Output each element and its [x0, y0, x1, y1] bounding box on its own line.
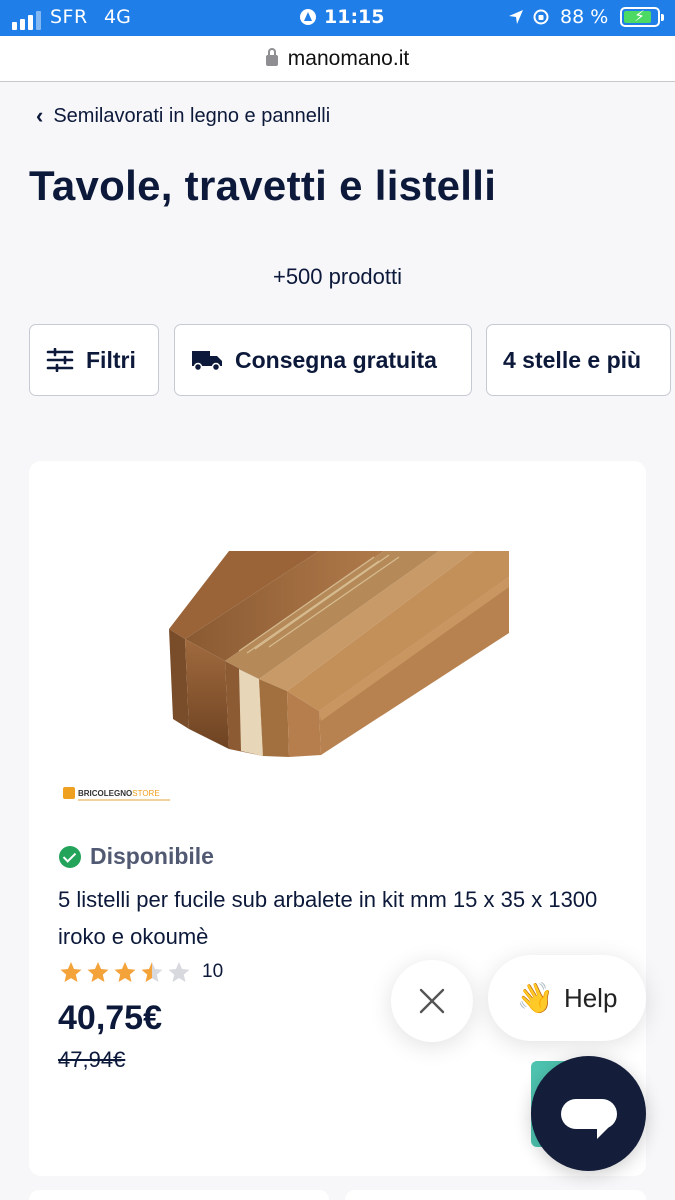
availability-status: Disponibile	[59, 843, 214, 870]
star-icon	[60, 962, 82, 982]
seller-logo-text: BRICOLEGNOSTORE	[78, 788, 160, 798]
close-icon	[419, 988, 445, 1014]
four-stars-filter[interactable]: 4 stelle e più	[486, 324, 671, 396]
clock-time: 11:15	[324, 6, 385, 28]
lock-icon	[265, 48, 278, 66]
review-count: 10	[202, 961, 224, 982]
url-text: manomano.it	[287, 46, 410, 70]
seller-logo-mark	[63, 787, 75, 799]
breadcrumb[interactable]: ‹ Semilavorati in legno e pannelli	[36, 103, 330, 129]
star-icon	[87, 962, 109, 982]
help-label: Help	[563, 982, 618, 1013]
chat-button[interactable]	[531, 1056, 646, 1171]
breadcrumb-label: Semilavorati in legno e pannelli	[53, 104, 331, 127]
free-delivery-label: Consegna gratuita	[235, 346, 437, 373]
network-type: 4G	[104, 6, 131, 28]
signal-strength-icon	[12, 8, 41, 30]
next-product-card[interactable]	[345, 1190, 646, 1200]
seller-logo: BRICOLEGNOSTORE	[63, 787, 170, 801]
carrier-label: SFR	[50, 6, 88, 28]
sliders-icon	[46, 348, 74, 372]
address-bar[interactable]: manomano.it	[0, 36, 675, 82]
chevron-left-icon: ‹	[36, 103, 44, 128]
status-bar: SFR 4G 11:15 88 % ⚡	[0, 0, 675, 36]
page-title: Tavole, travetti e listelli	[29, 162, 497, 209]
location-arrow-icon	[509, 10, 523, 24]
product-price: 40,75€	[58, 999, 162, 1037]
status-right-icons: 88 % ⚡	[508, 6, 665, 28]
waving-hand-icon: 👋	[516, 981, 554, 1015]
product-title[interactable]: 5 listelli per fucile sub arbalete in ki…	[58, 881, 628, 955]
availability-label: Disponibile	[90, 843, 214, 869]
four-stars-label: 4 stelle e più	[503, 346, 642, 373]
filters-label: Filtri	[86, 346, 136, 373]
battery-icon: ⚡	[620, 7, 665, 27]
next-product-card[interactable]	[29, 1190, 329, 1200]
help-button[interactable]: 👋 Help	[488, 955, 646, 1041]
status-clock: 11:15	[300, 6, 384, 28]
product-old-price: 47,94€	[58, 1047, 126, 1072]
seller-logo-tagline	[78, 799, 170, 801]
battery-percentage: 88 %	[560, 6, 609, 28]
star-icon	[168, 962, 190, 982]
rotation-lock-icon	[533, 9, 549, 25]
star-icon	[114, 962, 136, 982]
star-icon	[141, 962, 163, 982]
product-count: +500 prodotti	[272, 264, 403, 289]
free-delivery-filter[interactable]: Consegna gratuita	[174, 324, 472, 396]
close-help-button[interactable]	[391, 960, 473, 1042]
rating-stars	[59, 961, 194, 983]
filters-button[interactable]: Filtri	[29, 324, 159, 396]
chat-icon	[560, 1098, 617, 1139]
product-image[interactable]	[169, 551, 509, 761]
product-rating: 10	[59, 961, 223, 983]
navigation-arrow-icon	[300, 9, 316, 25]
truck-icon	[191, 348, 223, 372]
check-circle-icon	[59, 845, 81, 868]
